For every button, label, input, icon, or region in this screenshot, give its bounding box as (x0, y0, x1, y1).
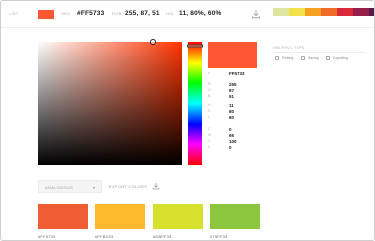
chevron-down-icon: ▾ (92, 185, 95, 190)
palette-swatch[interactable] (369, 8, 374, 16)
scheme-swatch-1-label: #FF5733 (38, 234, 56, 239)
color-value-key: B (208, 94, 211, 98)
color-value[interactable]: 66 (229, 133, 234, 138)
color-value-key: L (208, 115, 210, 119)
color-value[interactable]: FF5733 (229, 71, 245, 76)
palette-swatch[interactable] (289, 8, 305, 16)
palette-swatch[interactable] (273, 8, 289, 16)
tip-exporting-label: Exporting (333, 56, 348, 60)
export-colors-link[interactable]: EXPORT COLORS (109, 184, 147, 189)
hex-label: HEX (61, 11, 71, 16)
tip-saving[interactable]: Saving (301, 56, 319, 60)
palette-swatch[interactable] (353, 8, 369, 16)
scheme-swatch-1[interactable] (38, 204, 88, 229)
color-value-key: Y (208, 139, 211, 143)
palette-swatch[interactable] (321, 8, 337, 16)
color-value-key: R (208, 82, 211, 86)
scheme-swatch-4-label: #75FF33 (210, 234, 228, 239)
download-icon[interactable] (251, 9, 261, 19)
top-bar: LIST HEX #FF5733 RGB 255, 87, 51 HSL 11,… (1, 1, 374, 28)
color-value-key: S (208, 109, 211, 113)
color-value[interactable]: 0 (229, 127, 232, 132)
color-value[interactable]: 255 (229, 82, 237, 87)
scheme-swatch-2-label: #FFBD33 (95, 234, 114, 239)
color-value-key: H (208, 103, 211, 107)
hsl-label: HSL (166, 11, 175, 16)
rgb-label: RGB (112, 11, 122, 16)
color-value-row: K0 (208, 145, 260, 152)
color-value[interactable]: 100 (229, 139, 237, 144)
color-value-key: C (208, 127, 211, 131)
scheme-swatch-3-label: #DBFF33 (153, 234, 172, 239)
palette-strip (273, 8, 374, 16)
color-value-row: L 60 (208, 115, 260, 122)
current-color-swatch[interactable] (38, 10, 54, 19)
app-frame: LIST HEX # FF5733 RGB 255, 87, 51 HSL 11,… (0, 0, 375, 241)
hex-value[interactable]: #FF5733 (77, 10, 104, 17)
export-icon (326, 56, 330, 60)
eyedropper-icon (275, 56, 279, 60)
color-value[interactable]: 87 (229, 88, 234, 93)
scheme-swatch-2[interactable] (95, 204, 145, 229)
color-value[interactable]: 0 (229, 145, 232, 150)
selected-color-preview (208, 42, 257, 68)
export-icon[interactable] (152, 182, 160, 190)
hue-slider-handle[interactable] (187, 44, 203, 48)
color-value[interactable]: 80 (229, 109, 234, 114)
sv-picker-handle[interactable] (150, 39, 157, 45)
scheme-type-select[interactable]: ANALOGOUS ▾ (38, 180, 102, 193)
tip-saving-label: Saving (308, 56, 319, 60)
tip-picking[interactable]: Picking (275, 56, 293, 60)
tips-divider (273, 52, 365, 53)
hue-slider[interactable] (187, 42, 203, 165)
color-value-key: M (208, 133, 211, 137)
rgb-value[interactable]: 255, 87, 51 (125, 10, 160, 17)
helpful-tips-title: HELPFUL TIPS (273, 45, 305, 50)
color-value[interactable]: 11 (229, 103, 234, 108)
heart-icon (301, 56, 305, 60)
hsl-value[interactable]: 11, 80%, 60% (179, 10, 222, 17)
color-value[interactable]: 51 (229, 94, 234, 99)
scheme-swatch-3[interactable] (153, 204, 203, 229)
color-value-key: # (208, 71, 210, 75)
scheme-type-label: ANALOGOUS (45, 185, 74, 190)
color-value[interactable]: 60 (229, 115, 234, 120)
color-value-row: B 51 (208, 94, 260, 101)
saturation-value-picker[interactable] (38, 39, 182, 165)
tip-exporting[interactable]: Exporting (326, 56, 348, 60)
color-value-row: # FF5733 (208, 71, 260, 78)
list-label: LIST (9, 11, 19, 16)
palette-swatch[interactable] (337, 8, 353, 16)
color-value-key: G (208, 88, 211, 92)
palette-swatch[interactable] (305, 8, 321, 16)
sv-black-gradient (38, 42, 182, 165)
color-value-key: K (208, 145, 211, 149)
scheme-swatch-4[interactable] (210, 204, 260, 229)
tip-picking-label: Picking (282, 56, 294, 60)
